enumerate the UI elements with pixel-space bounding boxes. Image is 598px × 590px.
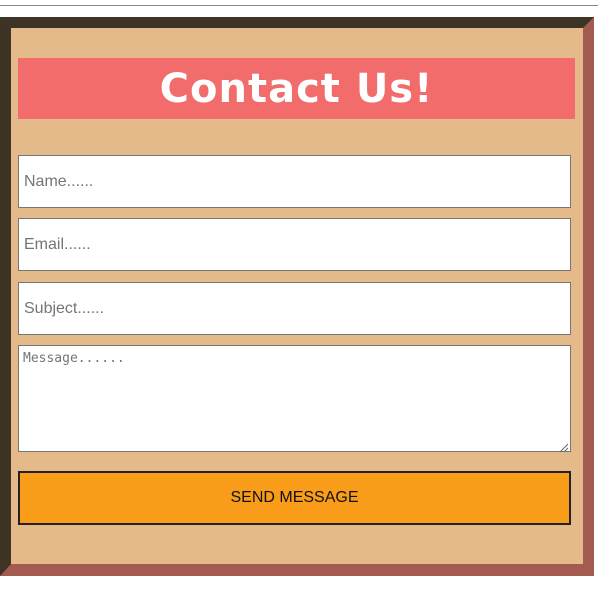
name-field[interactable]: [18, 155, 571, 208]
message-field[interactable]: [18, 345, 571, 452]
subject-field[interactable]: [18, 282, 571, 335]
contact-form: Contact Us! SEND MESSAGE: [0, 17, 594, 576]
title-banner: Contact Us!: [18, 58, 575, 119]
resize-grip-icon[interactable]: [559, 440, 569, 453]
send-message-button[interactable]: SEND MESSAGE: [18, 471, 571, 525]
top-divider: [0, 5, 598, 6]
page-title: Contact Us!: [159, 65, 434, 112]
email-field[interactable]: [18, 218, 571, 271]
